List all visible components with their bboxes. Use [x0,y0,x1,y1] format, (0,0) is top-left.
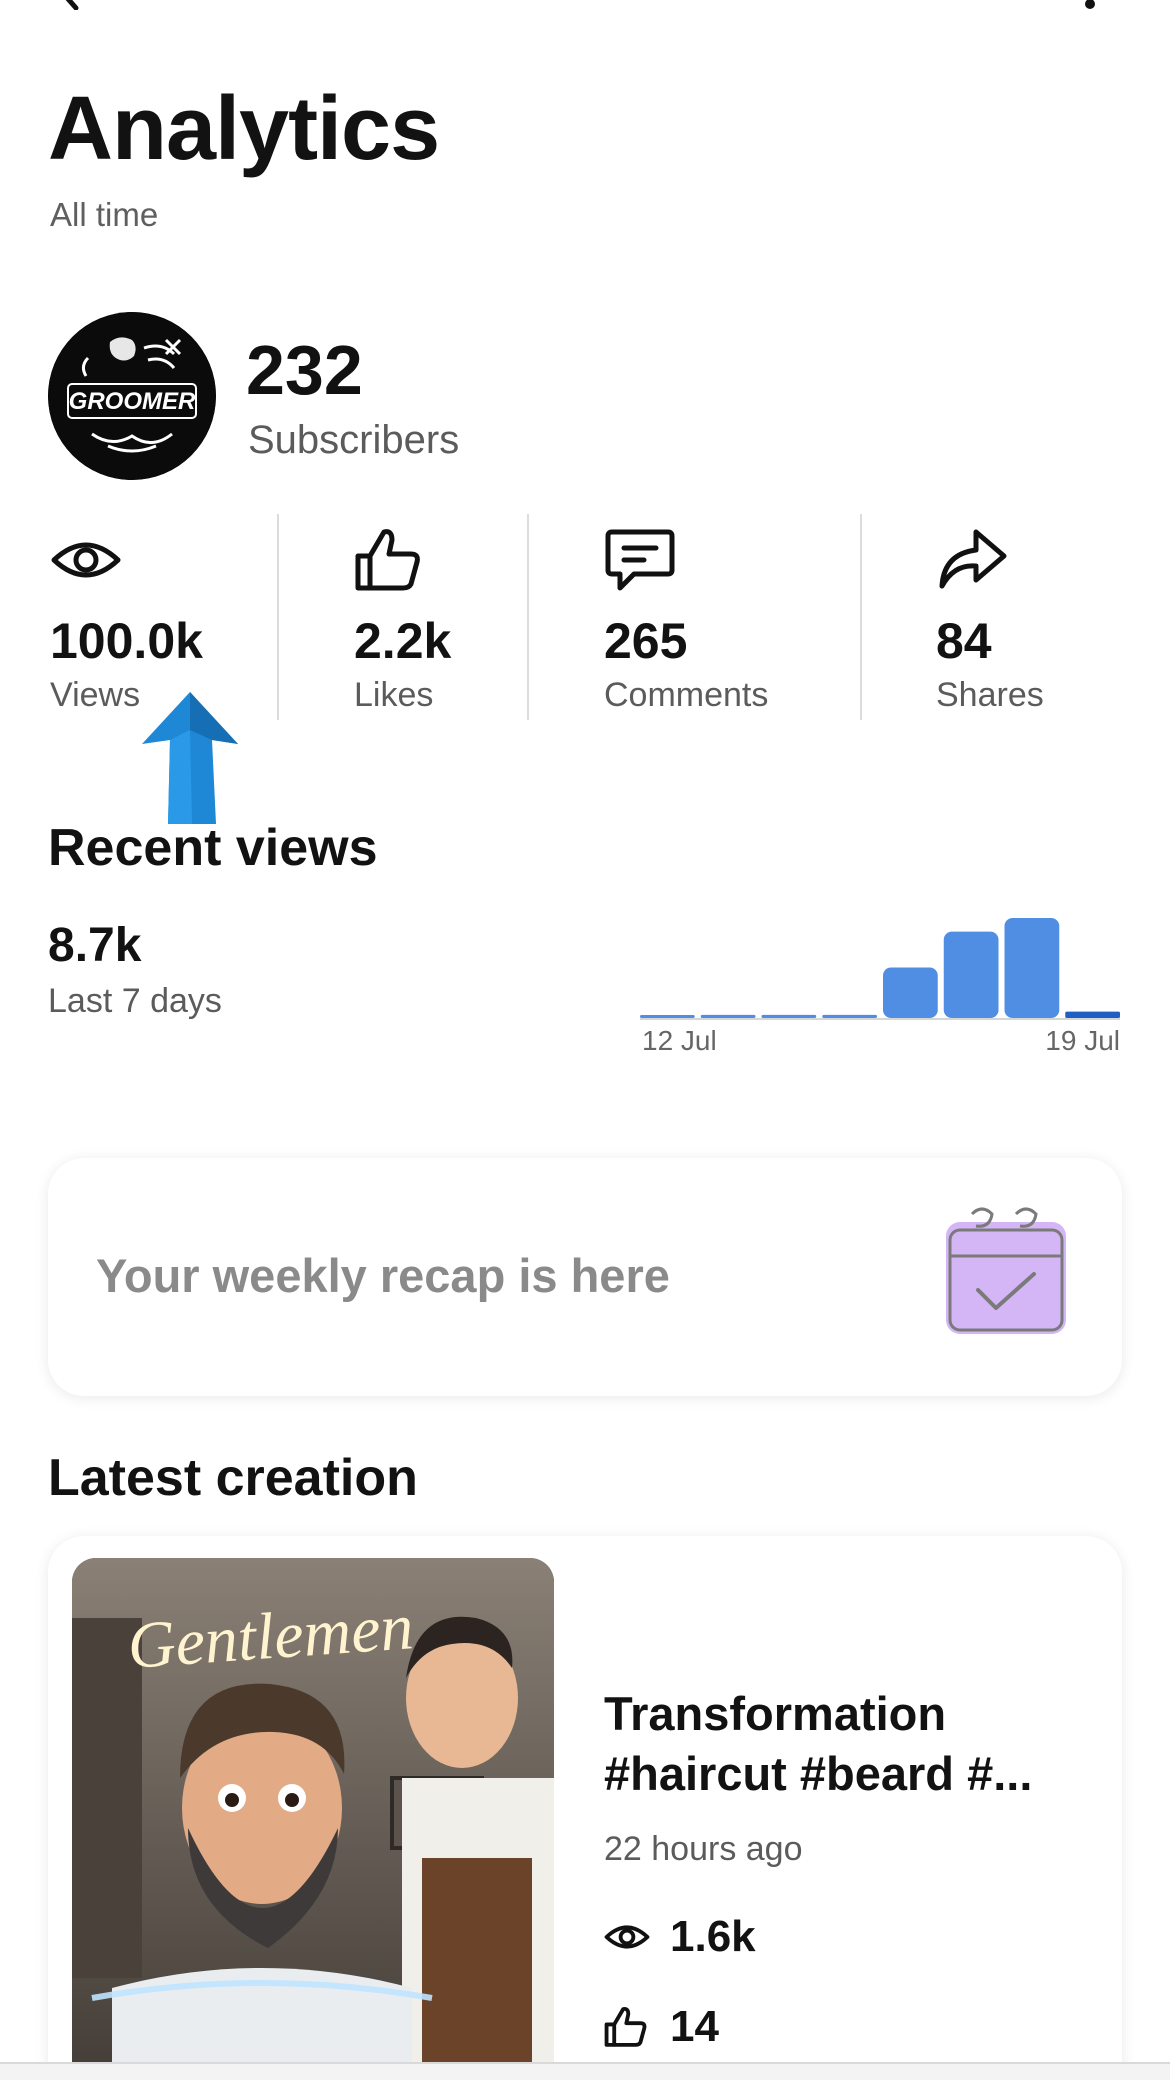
chart-bar-19-jul [1065,1011,1120,1018]
chart-bar-15-jul [822,1014,877,1018]
likes-label: Likes [354,676,434,714]
chart-bar-12-jul [640,1015,695,1018]
views-value: 100.0k [50,613,203,669]
channel-avatar[interactable]: GROOMER [48,312,216,480]
recent-views-chart[interactable]: 12 Jul 19 Jul [640,900,1130,1060]
weekly-recap-card[interactable]: Your weekly recap is here [48,1158,1122,1396]
subscriber-count: 232 [246,331,363,409]
divider [277,514,279,720]
comment-icon [605,529,675,591]
recent-views-title: Recent views [48,819,378,877]
views-label: Views [50,676,141,714]
video-likes-value: 14 [670,2002,719,2051]
divider [527,514,529,720]
share-icon [939,529,1007,589]
video-posted-time: 22 hours ago [604,1830,803,1868]
latest-creation-title: Latest creation [48,1449,418,1507]
recent-views-value: 8.7k [48,919,142,972]
chart-bar-17-jul [943,931,999,1018]
more-options-icon[interactable] [1070,0,1110,10]
thumbs-up-icon [355,529,420,591]
page-subtitle: All time [50,196,159,233]
weekly-recap-text: Your weekly recap is here [96,1249,670,1302]
chart-bar-16-jul [883,967,938,1018]
likes-value: 2.2k [354,613,452,669]
subscriber-label: Subscribers [248,418,460,462]
x-tick-label-start: 12 Jul [642,1025,717,1056]
video-thumbnail[interactable]: Gentlemen [72,1558,554,2080]
shares-label: Shares [936,676,1044,714]
latest-creation-card[interactable]: Gentlemen Transformation #haircut #beard… [48,1536,1122,2080]
chart-bar-18-jul [1004,918,1060,1018]
calendar-check-icon [946,1207,1066,1334]
svg-text:GROOMER: GROOMER [69,388,196,415]
recent-views-period: Last 7 days [48,982,222,1020]
back-icon[interactable] [48,0,88,10]
divider [860,514,862,720]
x-tick-label-end: 19 Jul [1045,1025,1120,1056]
video-title[interactable]: Transformation #haircut #beard #... [604,1684,1084,1804]
comments-value: 265 [604,613,688,669]
eye-icon [604,1925,650,1949]
chart-bar-14-jul [761,1014,817,1018]
page-title: Analytics [48,79,440,179]
bottom-tab-bar [0,2062,1170,2080]
annotation-arrow-icon [142,692,238,824]
video-views-value: 1.6k [670,1912,756,1961]
comments-label: Comments [604,676,769,714]
shares-value: 84 [936,613,992,669]
chart-bar-13-jul [700,1014,756,1018]
thumbs-up-icon [604,2006,647,2047]
eye-icon [51,542,121,578]
